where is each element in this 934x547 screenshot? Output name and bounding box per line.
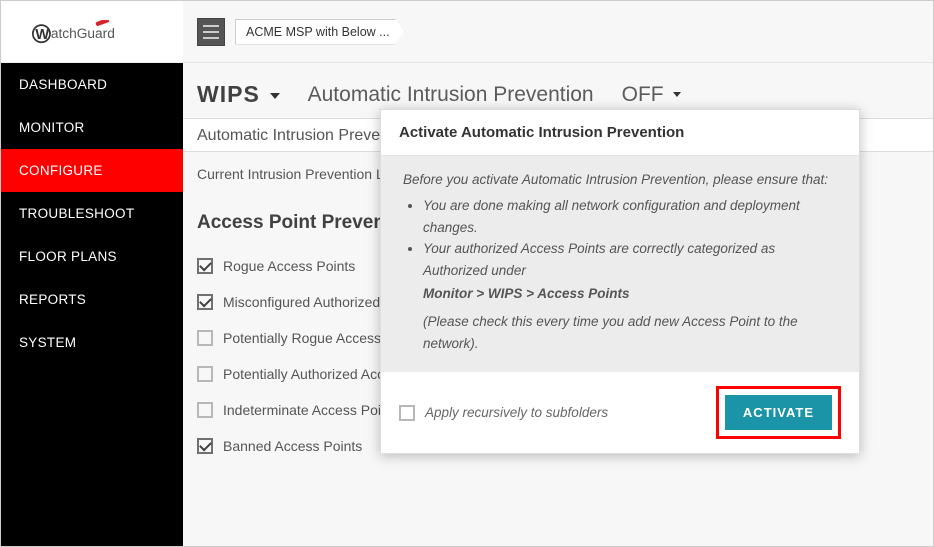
modal-title: Activate Automatic Intrusion Prevention bbox=[381, 110, 859, 156]
modal-path: Monitor > WIPS > Access Points bbox=[423, 283, 837, 305]
sidebar-item-system[interactable]: SYSTEM bbox=[1, 321, 183, 364]
chevron-down-icon bbox=[673, 92, 681, 97]
brand-logo: W atchGuard bbox=[1, 1, 183, 63]
list-item-label: Banned Access Points bbox=[223, 438, 362, 454]
modal-bullet: Your authorized Access Points are correc… bbox=[423, 238, 837, 354]
list-item-label: Misconfigured Authorized A bbox=[223, 294, 393, 310]
checkbox[interactable] bbox=[197, 330, 213, 346]
modal-bullet: You are done making all network configur… bbox=[423, 195, 837, 238]
wips-label: WIPS bbox=[197, 81, 260, 107]
activate-highlight: ACTIVATE bbox=[716, 386, 841, 439]
chevron-down-icon bbox=[270, 93, 280, 99]
wips-dropdown[interactable]: WIPS bbox=[197, 81, 280, 108]
checkbox[interactable] bbox=[197, 294, 213, 310]
sidebar-item-configure[interactable]: CONFIGURE bbox=[1, 149, 183, 192]
checkbox[interactable] bbox=[197, 402, 213, 418]
apply-recursive-checkbox[interactable] bbox=[399, 405, 415, 421]
sidebar-item-reports[interactable]: REPORTS bbox=[1, 278, 183, 321]
modal-note: (Please check this every time you add ne… bbox=[423, 311, 837, 354]
checkbox[interactable] bbox=[197, 366, 213, 382]
apply-recursive-row: Apply recursively to subfolders bbox=[399, 405, 608, 421]
svg-text:atchGuard: atchGuard bbox=[51, 26, 115, 41]
svg-text:W: W bbox=[35, 26, 49, 42]
sidebar-item-floorplans[interactable]: FLOOR PLANS bbox=[1, 235, 183, 278]
list-item-label: Potentially Rogue Access Po bbox=[223, 330, 402, 346]
menu-icon[interactable] bbox=[197, 18, 225, 46]
modal-footer: Apply recursively to subfolders ACTIVATE bbox=[381, 372, 859, 453]
checkbox[interactable] bbox=[197, 258, 213, 274]
activate-button[interactable]: ACTIVATE bbox=[725, 395, 832, 430]
topbar: ACME MSP with Below ... bbox=[183, 1, 933, 63]
modal-bullet-text: Your authorized Access Points are correc… bbox=[423, 241, 775, 278]
list-item-label: Rogue Access Points bbox=[223, 258, 355, 274]
sidebar-item-troubleshoot[interactable]: TROUBLESHOOT bbox=[1, 192, 183, 235]
status-label: OFF bbox=[622, 83, 664, 106]
status-dropdown[interactable]: OFF bbox=[622, 83, 682, 107]
aip-label: Automatic Intrusion Prevention bbox=[308, 83, 594, 107]
sidebar-item-monitor[interactable]: MONITOR bbox=[1, 106, 183, 149]
breadcrumb[interactable]: ACME MSP with Below ... bbox=[235, 19, 405, 45]
checkbox[interactable] bbox=[197, 438, 213, 454]
sidebar-item-dashboard[interactable]: DASHBOARD bbox=[1, 63, 183, 106]
sidebar-nav: DASHBOARD MONITOR CONFIGURE TROUBLESHOOT… bbox=[1, 63, 183, 546]
list-item-label: Indeterminate Access Points bbox=[223, 402, 400, 418]
modal-body: Before you activate Automatic Intrusion … bbox=[381, 156, 859, 372]
activate-modal: Activate Automatic Intrusion Prevention … bbox=[380, 109, 860, 454]
apply-recursive-label: Apply recursively to subfolders bbox=[425, 405, 608, 420]
modal-intro: Before you activate Automatic Intrusion … bbox=[403, 172, 837, 187]
